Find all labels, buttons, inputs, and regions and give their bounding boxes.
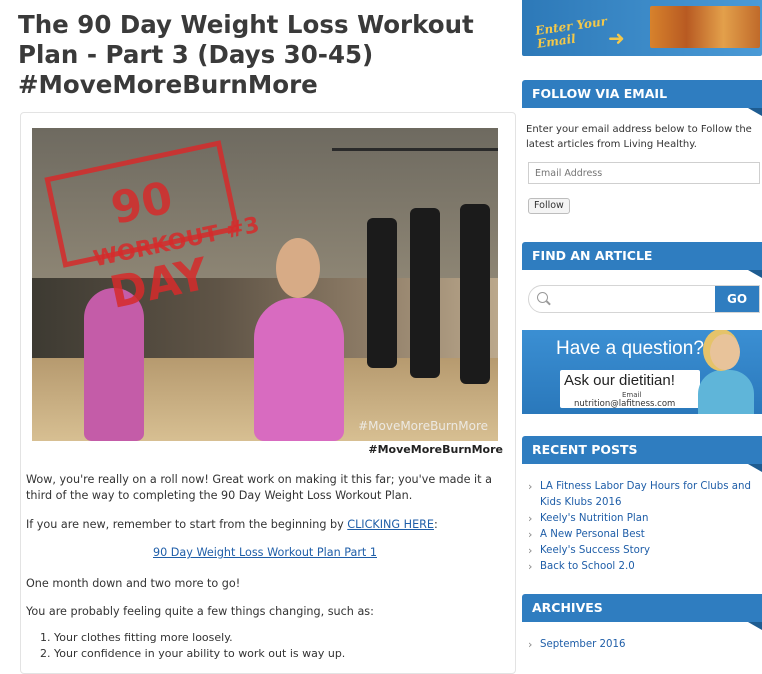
changes-paragraph: You are probably feeling quite a few thi…	[26, 605, 374, 618]
new-reader-text: If you are new, remember to start from t…	[26, 518, 348, 531]
email-field[interactable]	[528, 162, 760, 184]
follow-email-text: Enter your email address below to Follow…	[526, 124, 752, 150]
banner-enter-text: Enter Your Email	[534, 14, 610, 51]
post-title: The 90 Day Weight Loss Workout Plan - Pa…	[18, 10, 474, 99]
recent-post-link[interactable]: Keely's Nutrition Plan	[540, 513, 648, 524]
clicking-here-link[interactable]: CLICKING HERE	[347, 518, 434, 531]
image-watermark: #MoveMoreBurnMore	[358, 419, 488, 433]
intro-paragraph: Wow, you're really on a roll now! Great …	[26, 473, 492, 502]
list-item: LA Fitness Labor Day Hours for Clubs and…	[528, 479, 762, 511]
question-title: Have a question?	[556, 338, 704, 359]
recent-posts-heading: RECENT POSTS	[522, 436, 762, 472]
follow-button[interactable]: Follow	[528, 198, 570, 214]
list-item: Keely's Success Story	[528, 543, 762, 559]
changes-list: 1. Your clothes fitting more loosely. 2.…	[40, 630, 345, 662]
email-signup-banner[interactable]: Enter Your Email ➜	[522, 0, 762, 56]
list-item: A New Personal Best	[528, 527, 762, 543]
recent-post-link[interactable]: A New Personal Best	[540, 529, 645, 540]
dietitian-photo-head	[710, 334, 740, 370]
ceiling-bar	[332, 148, 498, 151]
follow-email-heading: FOLLOW VIA EMAIL	[522, 80, 762, 116]
archives-heading: ARCHIVES	[522, 594, 762, 630]
list-item: September 2016	[528, 637, 762, 653]
go-button[interactable]: GO	[715, 286, 759, 312]
woman-figure	[254, 298, 344, 441]
find-article-heading: FIND AN ARTICLE	[522, 242, 762, 278]
part1-link-wrap: 90 Day Weight Loss Workout Plan Part 1	[26, 546, 504, 559]
part1-link[interactable]: 90 Day Weight Loss Workout Plan Part 1	[153, 546, 377, 559]
recent-post-link[interactable]: LA Fitness Labor Day Hours for Clubs and…	[540, 481, 751, 508]
month-paragraph: One month down and two more to go!	[26, 577, 241, 590]
punching-bag	[460, 204, 490, 384]
woman-head	[276, 238, 320, 298]
hero-image: 90 DAY WORKOUT #3 #MoveMoreBurnMore	[32, 128, 498, 441]
search-input[interactable]	[553, 288, 717, 312]
new-reader-paragraph: If you are new, remember to start from t…	[26, 517, 504, 533]
image-caption: #MoveMoreBurnMore	[368, 443, 503, 456]
recent-post-link[interactable]: Keely's Success Story	[540, 545, 650, 556]
list-item: 1. Your clothes fitting more loosely.	[40, 631, 233, 644]
dietitian-email: nutrition@lafitness.com	[574, 399, 676, 409]
colon-text: :	[433, 518, 438, 531]
arrow-icon: ➜	[608, 26, 625, 50]
article-search: GO	[528, 285, 760, 313]
recent-post-link[interactable]: Back to School 2.0	[540, 561, 635, 572]
list-item: 2. Your confidence in your ability to wo…	[40, 647, 346, 660]
list-item: Back to School 2.0	[528, 559, 762, 575]
archive-link[interactable]: September 2016	[540, 639, 625, 650]
archives-list: September 2016	[528, 637, 762, 653]
recent-posts-list: LA Fitness Labor Day Hours for Clubs and…	[528, 479, 762, 575]
search-icon	[537, 292, 548, 303]
list-item: Keely's Nutrition Plan	[528, 511, 762, 527]
email-label: Email	[622, 391, 642, 399]
ask-dietitian-banner[interactable]: Have a question? Ask our dietitian! Emai…	[522, 330, 762, 414]
punching-bag	[410, 208, 440, 378]
dietitian-photo-body	[698, 370, 754, 414]
punching-bag	[367, 218, 397, 368]
sidebar: Enter Your Email ➜ FOLLOW VIA EMAIL Ente…	[520, 0, 762, 657]
ask-dietitian-text: Ask our dietitian!	[564, 372, 675, 389]
banner-photo	[650, 6, 760, 48]
